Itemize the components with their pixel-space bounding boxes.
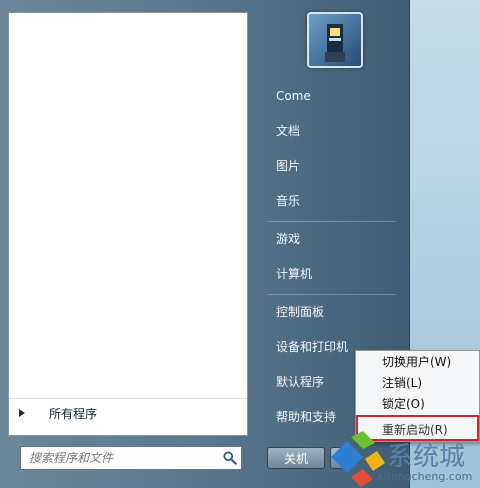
help-support-label: 帮助和支持	[276, 409, 337, 424]
all-programs-button[interactable]: 所有程序	[9, 398, 247, 427]
control-panel-label: 控制面板	[276, 304, 325, 319]
devices-printers-label: 设备和打印机	[276, 339, 349, 354]
pictures-label: 图片	[276, 158, 301, 173]
computer-label: 计算机	[276, 266, 313, 281]
games-label: 游戏	[276, 231, 301, 246]
music-label: 音乐	[276, 193, 301, 208]
documents-link[interactable]: 文档	[270, 117, 398, 143]
separator	[268, 294, 396, 295]
triangle-right-icon	[19, 409, 25, 417]
power-options-menu: 切换用户(W) 注销(L) 锁定(O) 重新启动(R)	[355, 350, 480, 442]
lock-label: 锁定(O)	[382, 396, 425, 411]
switch-user-label: 切换用户(W)	[382, 354, 452, 369]
documents-label: 文档	[276, 123, 301, 138]
all-programs-label: 所有程序	[49, 406, 98, 421]
default-programs-label: 默认程序	[276, 374, 325, 389]
shutdown-options-button[interactable]	[330, 447, 350, 469]
pictures-link[interactable]: 图片	[270, 152, 398, 178]
search-box[interactable]	[20, 446, 242, 470]
lock-item[interactable]: 锁定(O)	[382, 393, 425, 413]
shutdown-button[interactable]: 关机	[267, 447, 325, 469]
shutdown-label: 关机	[283, 451, 308, 466]
control-panel-link[interactable]: 控制面板	[270, 298, 398, 324]
music-link[interactable]: 音乐	[270, 187, 398, 213]
search-icon[interactable]	[219, 447, 241, 469]
user-folder-label: Come	[276, 89, 311, 103]
user-avatar[interactable]	[307, 12, 363, 68]
computer-link[interactable]: 计算机	[270, 260, 398, 286]
search-input[interactable]	[21, 450, 219, 466]
switch-user-item[interactable]: 切换用户(W)	[382, 351, 451, 371]
log-off-label: 注销(L)	[382, 375, 423, 390]
restart-highlight-box	[356, 415, 479, 441]
games-link[interactable]: 游戏	[270, 225, 398, 251]
user-folder-link[interactable]: Come	[270, 83, 398, 109]
separator	[268, 221, 396, 222]
programs-pane: 所有程序	[8, 12, 248, 436]
triangle-right-icon	[337, 454, 343, 462]
start-menu: 所有程序 Come 文档 图片 音乐 游戏 计算机	[0, 0, 410, 488]
log-off-item[interactable]: 注销(L)	[382, 372, 422, 392]
